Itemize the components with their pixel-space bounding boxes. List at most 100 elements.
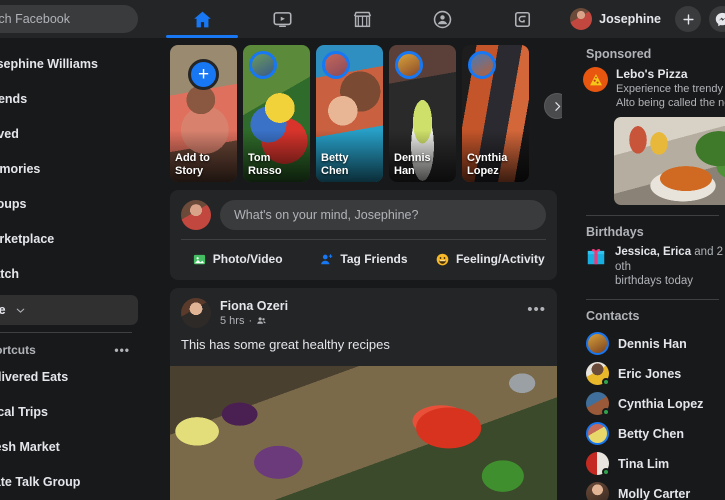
shortcuts-more-button[interactable]: ••• bbox=[114, 343, 130, 357]
sidebar-shortcut-plate-talk-group[interactable]: Plate Talk Group bbox=[0, 465, 138, 499]
contact-cynthia-lopez[interactable]: Cynthia Lopez bbox=[583, 389, 725, 419]
post-time: 5 hrs bbox=[220, 314, 245, 327]
news-feed: + Add to Story Tom Russo Betty Chen Denn… bbox=[165, 38, 562, 500]
right-sidebar: Sponsored Lebo's Pizza Experience the tr… bbox=[574, 38, 725, 500]
avatar-image bbox=[586, 422, 609, 445]
composer-top-row: What's on your mind, Josephine? bbox=[170, 190, 557, 239]
video-icon bbox=[272, 9, 293, 30]
chevron-right-icon bbox=[554, 101, 560, 111]
composer-input[interactable]: What's on your mind, Josephine? bbox=[220, 200, 546, 230]
search-input[interactable]: Search Facebook bbox=[0, 5, 138, 33]
sidebar-shortcut-local-trips[interactable]: Local Trips bbox=[0, 395, 138, 429]
friends-icon bbox=[257, 317, 266, 324]
sponsored-ad[interactable]: Lebo's Pizza Experience the trendy pizza… bbox=[583, 67, 725, 110]
post-separator: · bbox=[248, 314, 253, 327]
story-dennis-han[interactable]: Dennis Han bbox=[389, 45, 456, 182]
story-betty-chen[interactable]: Betty Chen bbox=[316, 45, 383, 182]
avatar bbox=[586, 332, 609, 355]
groups-icon bbox=[432, 9, 453, 30]
sidebar-item-profile[interactable]: Josephine Williams bbox=[0, 47, 138, 81]
gaming-icon bbox=[512, 9, 533, 30]
post-author[interactable]: Fiona Ozeri bbox=[220, 299, 527, 314]
story-label: Tom Russo bbox=[248, 152, 282, 177]
ad-description-line1: Experience the trendy pizza bbox=[616, 83, 725, 95]
avatar bbox=[586, 362, 610, 386]
sidebar-item-label: Friends bbox=[0, 92, 28, 106]
post-text: This has some great healthy recipes bbox=[181, 337, 390, 352]
tab-home[interactable] bbox=[162, 0, 242, 38]
story-tom-russo[interactable]: Tom Russo bbox=[243, 45, 310, 182]
birthdays-heading: Birthdays bbox=[586, 225, 644, 239]
avatar bbox=[570, 8, 593, 30]
left-sidebar[interactable]: Josephine Williams Friends Saved Memorie… bbox=[0, 38, 142, 500]
story-author-avatar bbox=[322, 51, 350, 79]
contact-betty-chen[interactable]: Betty Chen bbox=[583, 419, 725, 449]
online-indicator bbox=[602, 468, 610, 476]
top-bar-right: Josephine bbox=[564, 0, 725, 38]
sidebar-item-watch[interactable]: Watch bbox=[0, 257, 138, 291]
tab-watch[interactable] bbox=[242, 0, 322, 38]
contact-dennis-han[interactable]: Dennis Han bbox=[583, 329, 725, 359]
story-label: Dennis Han bbox=[394, 152, 431, 177]
story-cynthia-lopez[interactable]: Cynthia Lopez bbox=[462, 45, 529, 182]
profile-chip[interactable]: Josephine bbox=[564, 5, 667, 33]
avatar bbox=[586, 452, 610, 476]
tab-marketplace[interactable] bbox=[322, 0, 402, 38]
sidebar-item-friends[interactable]: Friends bbox=[0, 82, 138, 116]
ad-image[interactable] bbox=[614, 117, 725, 205]
sponsored-heading: Sponsored bbox=[586, 47, 652, 61]
tag-friends-icon bbox=[321, 253, 333, 264]
contact-eric-jones[interactable]: Eric Jones bbox=[583, 359, 725, 389]
sidebar-item-label: Saved bbox=[0, 127, 19, 141]
composer-feeling-activity-button[interactable]: Feeling/Activity bbox=[427, 246, 553, 272]
birthday-names: Jessica, Erica bbox=[615, 246, 692, 258]
post-header: Fiona Ozeri 5 hrs · ••• bbox=[170, 288, 557, 328]
avatar[interactable] bbox=[181, 298, 211, 328]
shortcut-label: Fresh Market bbox=[0, 440, 60, 454]
sidebar-shortcut-delivered-eats[interactable]: Delivered Eats bbox=[0, 360, 138, 394]
create-button[interactable] bbox=[675, 6, 701, 32]
sidebar-item-groups[interactable]: Groups bbox=[0, 187, 138, 221]
tab-gaming[interactable] bbox=[482, 0, 562, 38]
composer-photo-video-button[interactable]: Photo/Video bbox=[174, 246, 300, 272]
post-subtitle: 5 hrs · bbox=[220, 314, 527, 328]
contact-molly-carter[interactable]: Molly Carter bbox=[583, 479, 725, 500]
stories-tray: + Add to Story Tom Russo Betty Chen Denn… bbox=[170, 45, 562, 182]
sidebar-item-label: Memories bbox=[0, 162, 41, 176]
tab-groups[interactable] bbox=[402, 0, 482, 38]
birthday-line2: birthdays today bbox=[615, 275, 693, 287]
shortcut-label: Plate Talk Group bbox=[0, 475, 81, 489]
rail-divider bbox=[586, 215, 719, 216]
sidebar-item-marketplace[interactable]: Marketplace bbox=[0, 222, 138, 256]
sidebar-shortcut-fresh-market[interactable]: Fresh Market bbox=[0, 430, 138, 464]
composer-tag-friends-button[interactable]: Tag Friends bbox=[300, 246, 426, 272]
sidebar-item-label: Groups bbox=[0, 197, 27, 211]
story-author-avatar bbox=[395, 51, 423, 79]
ad-description-line2: Alto being called the next be bbox=[616, 97, 725, 109]
shortcuts-heading-row: Your Shortcuts ••• bbox=[0, 339, 142, 359]
contact-name: Tina Lim bbox=[618, 456, 670, 471]
contact-name: Dennis Han bbox=[618, 336, 687, 351]
home-icon bbox=[192, 9, 213, 30]
contact-name: Cynthia Lopez bbox=[618, 396, 704, 411]
avatar bbox=[586, 392, 610, 416]
birthday-item[interactable]: Jessica, Erica and 2 oth birthdays today bbox=[583, 245, 725, 289]
post-more-button[interactable]: ••• bbox=[527, 301, 546, 326]
see-more-label: See More bbox=[0, 303, 6, 317]
contact-tina-lim[interactable]: Tina Lim bbox=[583, 449, 725, 479]
nav-tabs bbox=[162, 0, 562, 38]
stories-next-button[interactable] bbox=[544, 93, 562, 119]
photo-icon bbox=[193, 254, 205, 264]
story-label: Betty Chen bbox=[321, 152, 349, 177]
post-image[interactable] bbox=[170, 366, 557, 500]
avatar-image bbox=[586, 482, 609, 500]
sidebar-item-memories[interactable]: Memories bbox=[0, 152, 138, 186]
sidebar-see-more-button[interactable]: See More bbox=[0, 295, 138, 325]
avatar bbox=[586, 422, 609, 445]
add-story-plus-icon[interactable]: + bbox=[188, 59, 219, 90]
sidebar-item-saved[interactable]: Saved bbox=[0, 117, 138, 151]
plus-icon bbox=[682, 13, 694, 25]
story-add-to-story[interactable]: + Add to Story bbox=[170, 45, 237, 182]
avatar[interactable] bbox=[181, 200, 211, 230]
messenger-button[interactable] bbox=[709, 6, 725, 32]
